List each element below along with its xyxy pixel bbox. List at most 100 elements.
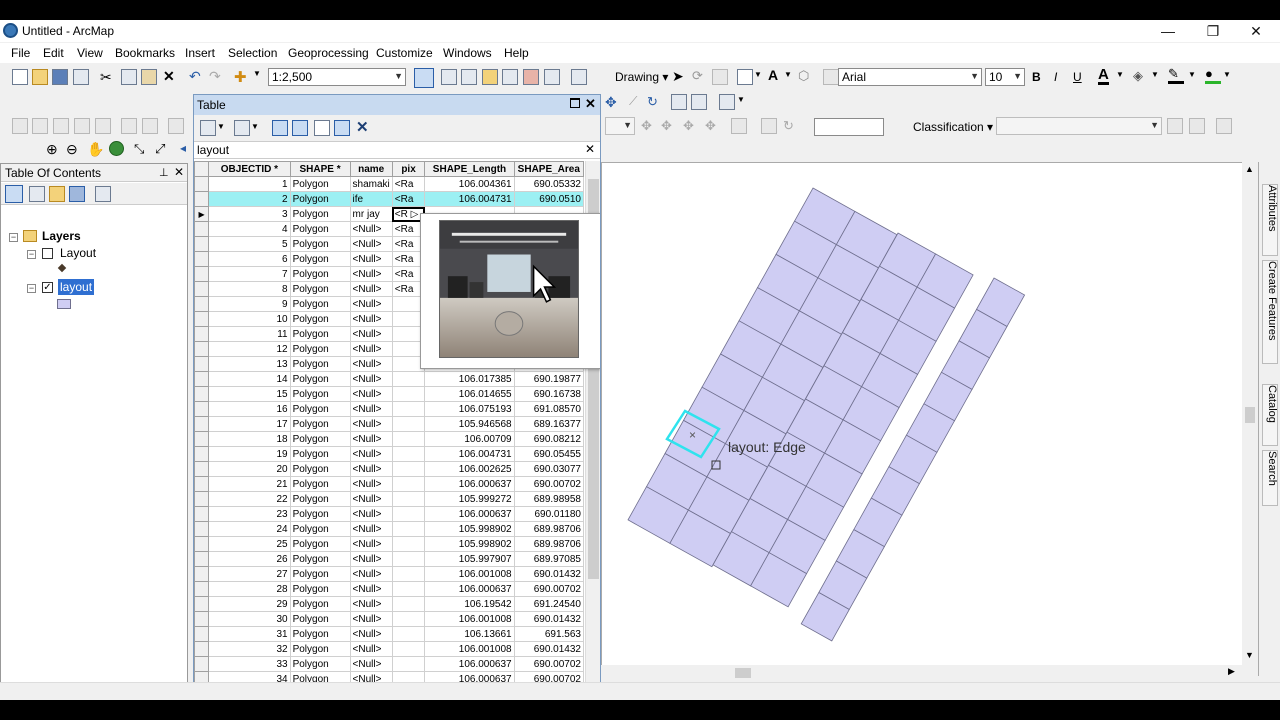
cell-shape-area[interactable]: 690.19877 <box>513 371 584 387</box>
layers-root[interactable]: Layers <box>42 229 81 243</box>
clear-selection-icon[interactable] <box>314 120 330 136</box>
cell-shape-area[interactable]: 690.01180 <box>513 506 584 522</box>
cell-shape-length[interactable]: 106.014655 <box>424 386 515 402</box>
cell-objectid[interactable]: 5 <box>208 236 291 252</box>
cell-shape[interactable]: Polygon <box>289 401 351 417</box>
table-row[interactable]: 1 Polygon shamaki <Ra 106.004361 690.05332 <box>194 176 584 192</box>
menu-view[interactable]: View <box>77 46 103 60</box>
create-features-dropdown-icon[interactable]: ▼ <box>737 95 753 111</box>
cell-pix[interactable] <box>391 536 426 552</box>
row-selector[interactable] <box>194 281 210 297</box>
table-row[interactable]: 24 Polygon <Null> 105.998902 689.98706 <box>194 521 584 537</box>
cell-shape[interactable]: Polygon <box>289 611 351 627</box>
column-header-shape-area[interactable]: SHAPE_Area <box>513 161 584 177</box>
cell-shape-area[interactable]: 690.03077 <box>513 461 584 477</box>
create-features-icon[interactable] <box>719 94 735 110</box>
undo-icon[interactable]: ↶ <box>189 68 205 84</box>
cell-pix[interactable] <box>391 386 426 402</box>
row-selector[interactable] <box>194 596 210 612</box>
row-selector[interactable] <box>194 431 210 447</box>
redo-icon[interactable]: ↷ <box>209 68 225 84</box>
cell-objectid[interactable]: 17 <box>208 416 291 432</box>
menu-file[interactable]: File <box>11 46 30 60</box>
cell-shape[interactable]: Polygon <box>289 221 351 237</box>
table-row[interactable]: 28 Polygon <Null> 106.000637 690.00702 <box>194 581 584 597</box>
cell-objectid[interactable]: 16 <box>208 401 291 417</box>
minimize-button[interactable]: — <box>1158 22 1178 40</box>
cell-shape-area[interactable]: 689.98958 <box>513 491 584 507</box>
cell-pix[interactable] <box>391 596 426 612</box>
open-folder-icon[interactable] <box>32 69 48 85</box>
cell-shape[interactable]: Polygon <box>289 476 351 492</box>
row-selector[interactable] <box>194 611 210 627</box>
cell-objectid[interactable]: 11 <box>208 326 291 342</box>
cell-shape[interactable]: Polygon <box>289 236 351 252</box>
row-selector[interactable] <box>194 491 210 507</box>
cell-pix[interactable] <box>391 446 426 462</box>
cell-shape[interactable]: Polygon <box>289 341 351 357</box>
cell-shape-area[interactable]: 690.0510 <box>513 191 584 207</box>
cell-pix[interactable] <box>391 626 426 642</box>
table-row[interactable]: 20 Polygon <Null> 106.002625 690.03077 <box>194 461 584 477</box>
cell-shape[interactable]: Polygon <box>289 191 351 207</box>
attributes-icon[interactable] <box>671 94 687 110</box>
cell-shape[interactable]: Polygon <box>289 386 351 402</box>
cell-pix[interactable] <box>391 491 426 507</box>
cell-name[interactable]: <Null> <box>349 461 393 477</box>
row-selector[interactable] <box>194 251 210 267</box>
underline-button[interactable]: U <box>1073 70 1082 84</box>
cell-name[interactable]: ife <box>349 191 393 207</box>
cell-shape[interactable]: Polygon <box>289 596 351 612</box>
font-name-select[interactable]: Arial ▼ <box>838 68 982 86</box>
cell-name[interactable]: <Null> <box>349 521 393 537</box>
cell-shape[interactable]: Polygon <box>289 491 351 507</box>
cell-name[interactable]: <Null> <box>349 626 393 642</box>
cell-shape[interactable]: Polygon <box>289 281 351 297</box>
tab-catalog[interactable]: Catalog <box>1262 384 1278 446</box>
cell-objectid[interactable]: 10 <box>208 311 291 327</box>
row-selector[interactable] <box>194 401 210 417</box>
map-scale-select[interactable]: 1:2,500 ▼ <box>268 68 406 86</box>
column-header-pix[interactable]: pix <box>391 161 426 177</box>
row-selector[interactable] <box>194 656 210 672</box>
print-icon[interactable] <box>73 69 89 85</box>
cell-name[interactable]: <Null> <box>349 491 393 507</box>
cell-objectid[interactable]: 15 <box>208 386 291 402</box>
list-by-source-icon[interactable] <box>29 186 45 202</box>
cell-shape-length[interactable]: 106.004731 <box>424 191 515 207</box>
table-row[interactable]: 26 Polygon <Null> 105.997907 689.97085 <box>194 551 584 567</box>
row-selector[interactable] <box>194 626 210 642</box>
row-selector[interactable] <box>194 506 210 522</box>
table-row[interactable]: 23 Polygon <Null> 106.000637 690.01180 <box>194 506 584 522</box>
cell-shape-area[interactable]: 690.01432 <box>513 611 584 627</box>
cell-pix[interactable] <box>391 521 426 537</box>
collapse-layers-icon[interactable]: − <box>9 233 18 242</box>
fixed-zoom-in-icon[interactable]: ⤡ <box>134 141 150 157</box>
table-options-icon[interactable] <box>200 120 216 136</box>
value-input[interactable] <box>814 118 884 136</box>
table-window-icon[interactable] <box>441 69 457 85</box>
cell-shape-length[interactable]: 105.997907 <box>424 551 515 567</box>
menu-geoprocessing[interactable]: Geoprocessing <box>288 46 369 60</box>
close-icon[interactable]: ✕ <box>585 96 596 112</box>
catalog-window-icon[interactable] <box>482 69 498 85</box>
cell-shape-length[interactable]: 106.001008 <box>424 566 515 582</box>
cell-shape-area[interactable]: 690.01432 <box>513 566 584 582</box>
tab-attributes[interactable]: Attributes <box>1262 184 1278 256</box>
save-icon[interactable] <box>52 69 68 85</box>
row-selector[interactable] <box>194 311 210 327</box>
cell-objectid[interactable]: 30 <box>208 611 291 627</box>
row-selector[interactable] <box>194 416 210 432</box>
cell-shape[interactable]: Polygon <box>289 176 351 192</box>
cell-name[interactable]: <Null> <box>349 386 393 402</box>
cell-shape[interactable]: Polygon <box>289 296 351 312</box>
table-row[interactable]: 14 Polygon <Null> 106.017385 690.19877 <box>194 371 584 387</box>
cell-pix[interactable]: <Ra <box>391 191 426 207</box>
pin-icon[interactable]: ⊥ <box>159 166 169 179</box>
cell-name[interactable]: <Null> <box>349 536 393 552</box>
editor-toolbar-icon[interactable] <box>414 68 434 88</box>
close-icon[interactable]: ✕ <box>174 165 184 179</box>
cell-shape-area[interactable]: 690.01432 <box>513 641 584 657</box>
cell-shape[interactable]: Polygon <box>289 551 351 567</box>
cell-shape-area[interactable]: 690.00702 <box>513 656 584 672</box>
